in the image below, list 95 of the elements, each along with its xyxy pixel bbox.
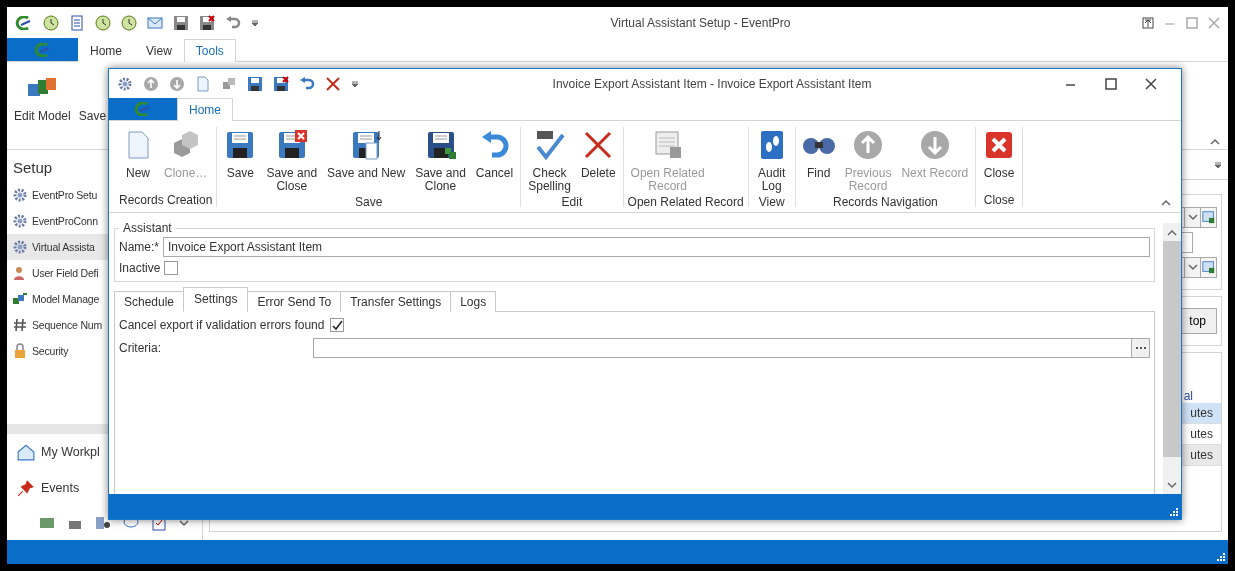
scroll-down-icon[interactable]: [1167, 481, 1177, 489]
calendar-icon: [1201, 210, 1216, 224]
mail-icon[interactable]: [147, 14, 163, 31]
window-title: Virtual Assistant Setup - EventPro: [609, 15, 792, 30]
name-field[interactable]: Invoice Export Assistant Item: [163, 237, 1150, 257]
save-icon[interactable]: [173, 14, 189, 31]
ribbon-button[interactable]: Close: [980, 127, 1019, 182]
gears-icon[interactable]: [12, 213, 28, 229]
checkbox-label: Cancel export if validation errors found: [119, 318, 325, 332]
gears-icon[interactable]: [12, 239, 28, 255]
sidebar-title: Setup: [13, 159, 53, 176]
link[interactable]: al: [1183, 389, 1193, 403]
restore-up-icon[interactable]: [1142, 16, 1154, 29]
clock-icon[interactable]: [95, 14, 111, 31]
ribbon-button[interactable]: Delete: [577, 127, 619, 182]
save-new-icon: [350, 129, 383, 161]
group-label: Save: [354, 195, 384, 209]
save-icon[interactable]: [247, 75, 263, 92]
undo-icon[interactable]: [225, 14, 241, 31]
close-icon[interactable]: [1145, 77, 1157, 90]
maximize-icon[interactable]: [1105, 77, 1117, 90]
ribbon-button[interactable]: Save and New: [324, 127, 409, 182]
customize-caret-icon[interactable]: [351, 79, 359, 88]
ellipsis-icon: [1135, 346, 1146, 350]
field-label: Name:*: [119, 240, 159, 254]
ribbon-button[interactable]: Find: [799, 127, 838, 182]
dialog-title: Invoice Export Assistant Item - Invoice Export Assistant Item: [551, 76, 873, 91]
ribbon-button[interactable]: Save: [75, 70, 110, 125]
ribbon-button[interactable]: Save and Clone: [412, 127, 469, 195]
dropdown-caret-icon[interactable]: [1214, 160, 1222, 169]
group-label: Open Related Record: [627, 195, 744, 209]
scroll-up-icon[interactable]: [1167, 228, 1177, 236]
tab[interactable]: Logs: [450, 291, 497, 312]
logo-icon[interactable]: [15, 15, 33, 30]
pushpin-icon: [17, 479, 35, 497]
document-icon[interactable]: [69, 14, 85, 31]
tab[interactable]: Schedule: [114, 291, 185, 312]
checkbox-label: Inactive: [119, 261, 161, 275]
navigation-item[interactable]: Events: [7, 470, 80, 506]
group-label: Records Creation: [119, 193, 213, 207]
down-arrow-circle-icon[interactable]: [169, 75, 185, 92]
house-icon: [17, 443, 35, 461]
cubes-icon[interactable]: [221, 75, 237, 92]
resize-grip-icon[interactable]: [1216, 552, 1225, 561]
binoculars-icon: [802, 135, 835, 155]
ribbon-button[interactable]: Cancel: [472, 127, 517, 182]
clock-icon[interactable]: [121, 14, 137, 31]
clock-icon[interactable]: [43, 14, 59, 31]
calendar-icon: [1201, 260, 1216, 274]
checkmark-icon: [331, 319, 343, 331]
customize-caret-icon[interactable]: [251, 18, 259, 27]
dropdown-icon[interactable]: [1187, 263, 1198, 271]
ribbon-button[interactable]: Audit Log: [752, 127, 791, 195]
padlock-icon: [12, 343, 28, 359]
ribbon-tab[interactable]: Home: [177, 98, 233, 121]
delete-icon[interactable]: [325, 75, 341, 92]
gear-icon[interactable]: [117, 75, 133, 92]
tab[interactable]: Transfer Settings: [340, 291, 452, 312]
gears-icon[interactable]: [12, 187, 28, 203]
ribbon-tab[interactable]: Tools: [183, 39, 236, 62]
group-label: Close: [982, 193, 1016, 207]
ellipsis-button[interactable]: [1131, 339, 1149, 357]
scrollbar-thumb[interactable]: [1163, 241, 1181, 457]
hash-icon: [12, 317, 28, 333]
up-arrow-circle-icon[interactable]: [143, 75, 159, 92]
ribbon-button[interactable]: Save: [221, 127, 260, 182]
scrollbar[interactable]: [1163, 223, 1181, 494]
criteria-field[interactable]: [313, 338, 1150, 358]
person-building-icon[interactable]: [95, 515, 111, 531]
ribbon-button[interactable]: Save and Close: [263, 127, 321, 195]
tab[interactable]: Settings: [183, 287, 249, 312]
field-label: Criteria:: [119, 341, 162, 355]
ribbon-button[interactable]: Check Spelling: [525, 127, 574, 195]
ribbon-button[interactable]: New: [119, 127, 157, 182]
group-label: Records Navigation: [832, 195, 939, 209]
collapse-ribbon-icon[interactable]: [1210, 138, 1220, 145]
up-arrow-circle-icon: [852, 129, 885, 161]
collapse-ribbon-icon[interactable]: [1161, 199, 1171, 206]
save-close-icon[interactable]: [199, 14, 215, 31]
navigation-item[interactable]: My Workpl: [7, 434, 100, 470]
ribbon-button[interactable]: Edit Model: [11, 70, 74, 125]
group-label: Edit: [560, 195, 584, 209]
tab[interactable]: Error Send To: [247, 291, 342, 312]
undo-icon[interactable]: [299, 75, 315, 92]
blocks-icon: [12, 291, 28, 307]
checkbox[interactable]: [330, 318, 345, 332]
resize-grip-icon[interactable]: [1169, 507, 1178, 516]
screen-icon[interactable]: [39, 515, 55, 531]
save-close-icon[interactable]: [273, 75, 289, 92]
fieldset-legend: Assistant: [119, 221, 176, 235]
checkbox[interactable]: [164, 261, 179, 275]
group-label: View: [757, 195, 786, 209]
down-arrow-circle-icon: [918, 129, 951, 161]
dropdown-icon[interactable]: [1187, 213, 1198, 221]
more-icon[interactable]: [179, 519, 189, 527]
